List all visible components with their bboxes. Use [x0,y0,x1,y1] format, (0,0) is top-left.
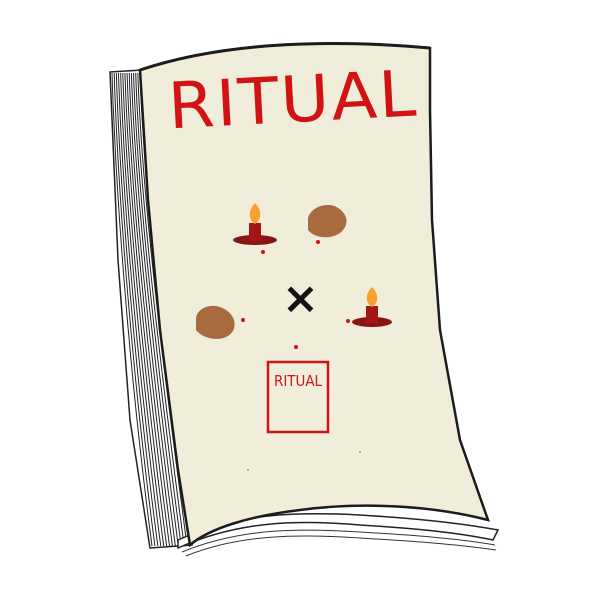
speck [359,451,361,453]
x-mark-icon: × [282,273,319,324]
ritual-book-illustration: RITUAL × RITUAL [109,41,500,557]
ink-dot [294,345,298,349]
mini-page-label: RITUAL [274,372,323,390]
cover-title: RITUAL [166,57,420,144]
speck [247,469,249,471]
